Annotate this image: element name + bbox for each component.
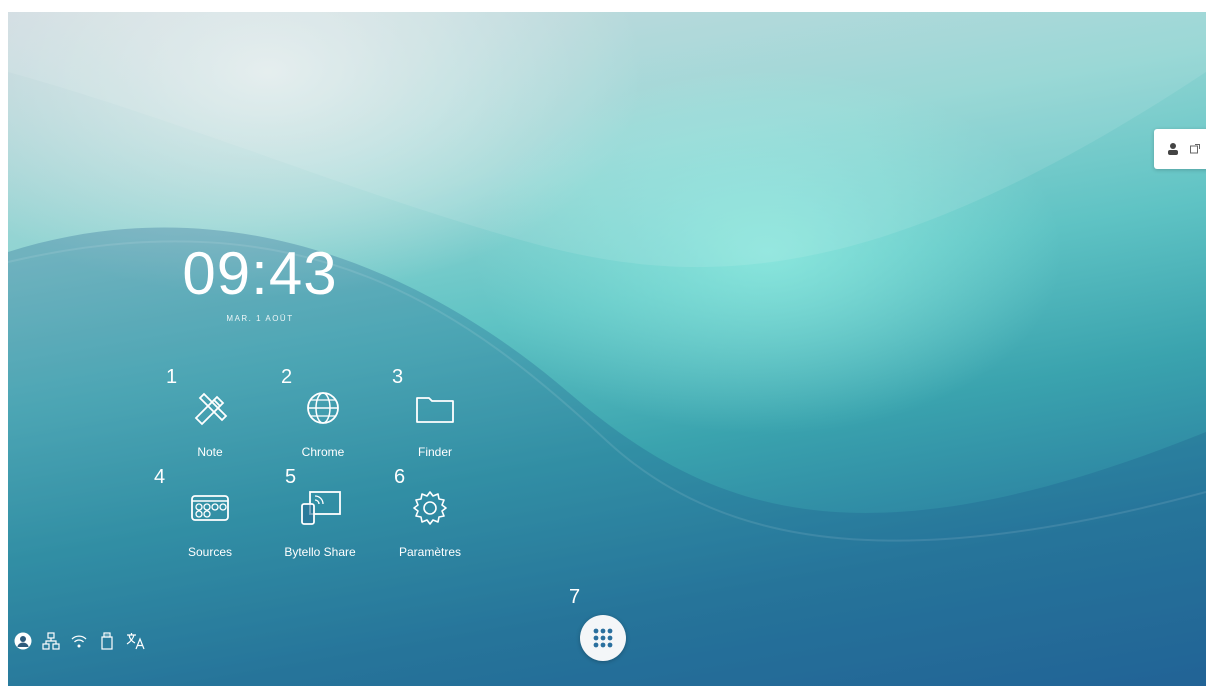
gear-icon: [413, 491, 447, 525]
screen-share-icon: [301, 491, 341, 525]
app-drawer-button[interactable]: [580, 615, 626, 661]
app-number: 1: [166, 366, 178, 388]
status-bar: [14, 632, 146, 650]
app-label: Finder: [417, 445, 452, 459]
app-parametres[interactable]: 6 Paramètres: [380, 466, 480, 559]
app-number: 3: [392, 366, 404, 388]
usb-icon[interactable]: [98, 632, 116, 650]
launcher-number: 7: [569, 586, 581, 608]
app-label: Note: [197, 445, 223, 459]
folder-icon: [416, 397, 454, 423]
globe-icon: [307, 392, 339, 424]
clock-widget: 09:43 MAR. 1 AOÛT: [170, 240, 350, 324]
app-grid-icon: [593, 628, 613, 648]
ethernet-icon[interactable]: [42, 632, 60, 650]
language-icon[interactable]: [126, 632, 146, 650]
app-chrome[interactable]: 2 Chrome: [273, 366, 373, 459]
app-bytello-share[interactable]: 5 Bytello Share: [270, 466, 370, 559]
wifi-icon[interactable]: [70, 632, 88, 650]
note-pencil-ruler-icon: [194, 392, 228, 426]
app-label: Bytello Share: [284, 545, 356, 559]
app-label: Paramètres: [398, 545, 462, 559]
app-finder[interactable]: 3 Finder: [385, 366, 485, 459]
external-link-icon[interactable]: [1190, 144, 1200, 154]
clock-date: MAR. 1 AOÛT: [226, 314, 294, 323]
app-number: 5: [285, 466, 297, 488]
app-note[interactable]: 1 Note: [160, 366, 260, 459]
desktop-wallpaper: [8, 12, 1206, 686]
app-sources[interactable]: 4 Sources: [154, 466, 260, 559]
app-label: Sources: [187, 545, 233, 559]
user-sign-in-icon[interactable]: [1166, 142, 1180, 156]
app-label: Chrome: [301, 445, 345, 459]
user-avatar-icon[interactable]: [14, 632, 32, 650]
side-panel[interactable]: [1154, 129, 1206, 169]
app-number: 6: [394, 466, 406, 488]
wallpaper-waves: [8, 12, 1206, 686]
app-number: 2: [281, 366, 293, 388]
clock-time: 09:43: [182, 240, 338, 307]
app-number: 4: [154, 466, 166, 488]
input-sources-icon: [191, 495, 229, 521]
